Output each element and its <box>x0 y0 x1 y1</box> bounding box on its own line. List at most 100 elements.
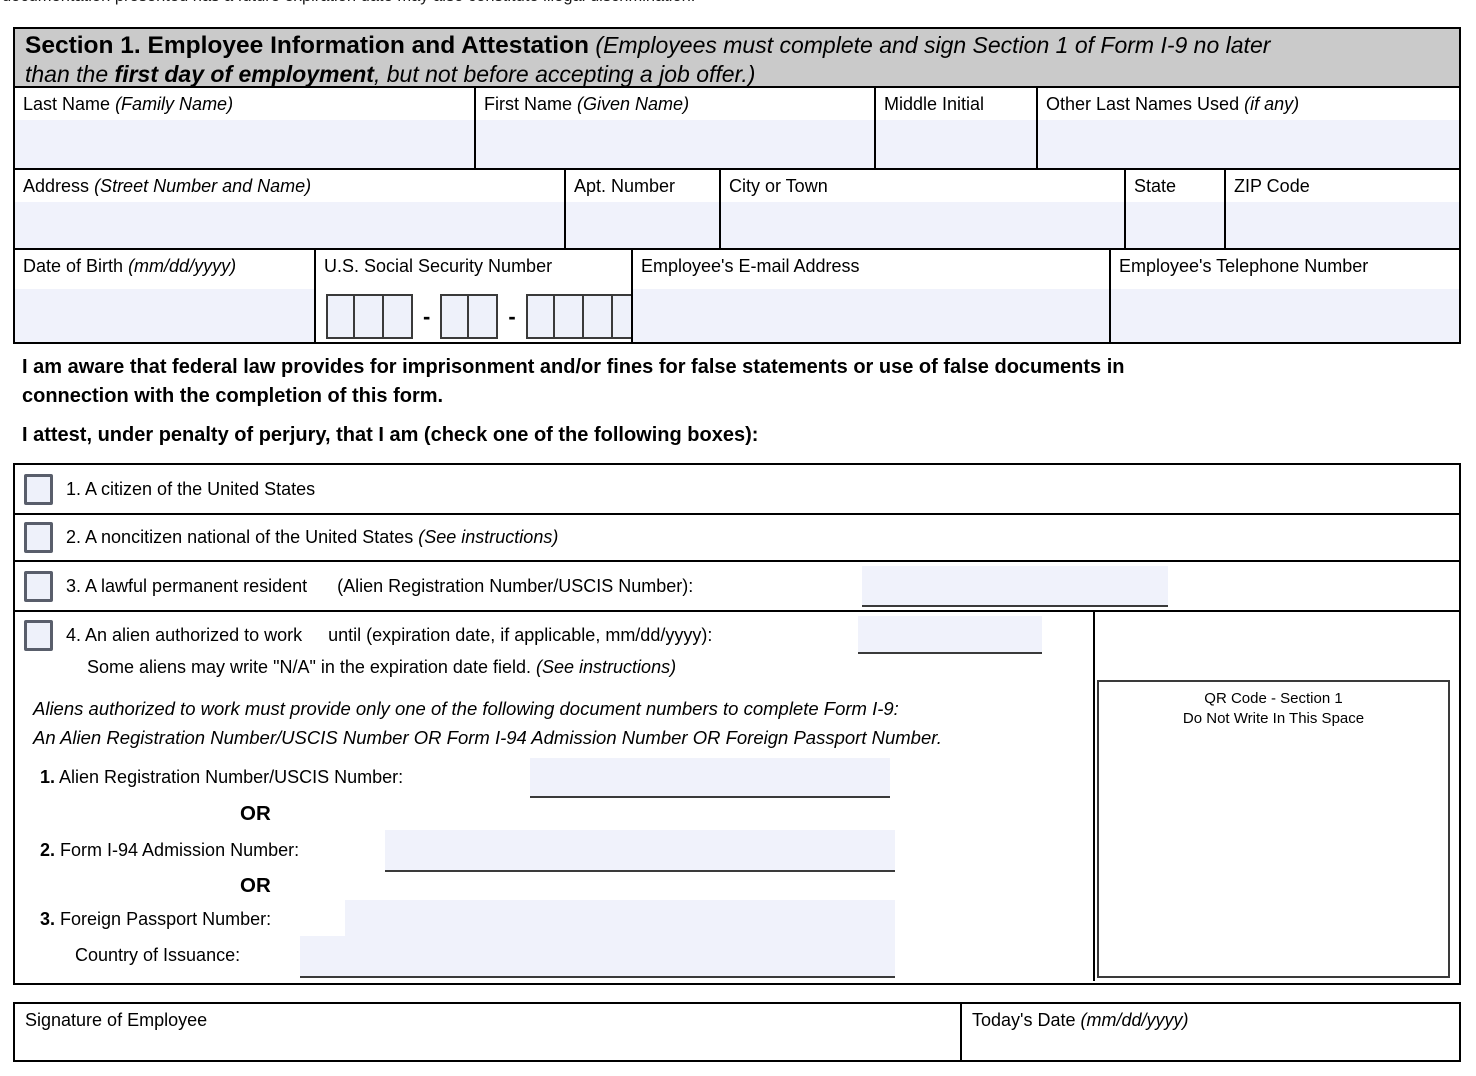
ssn-dash: - <box>508 304 515 330</box>
column-divider <box>1093 612 1095 981</box>
expiration-date-prompt: until (expiration date, if applicable, m… <box>328 625 712 646</box>
signature-table: Signature of Employee Today's Date (mm/d… <box>13 1002 1461 1062</box>
address-label: Address (Street Number and Name) <box>15 170 564 197</box>
other-last-names-input[interactable] <box>1038 120 1459 168</box>
ssn-digit-box[interactable] <box>613 294 633 339</box>
middle-initial-label: Middle Initial <box>876 88 1036 115</box>
i94-number-input[interactable] <box>385 830 895 872</box>
ssn-group-3 <box>526 294 633 339</box>
ssn-digit-box[interactable] <box>384 294 413 339</box>
or-separator-1: OR <box>240 802 271 826</box>
email-label: Employee's E-mail Address <box>633 250 1109 277</box>
signature-input-cell[interactable]: Signature of Employee <box>15 1004 962 1060</box>
ssn-digit-box[interactable] <box>555 294 584 339</box>
ssn-digit-box[interactable] <box>526 294 555 339</box>
apt-number-label: Apt. Number <box>566 170 719 197</box>
ssn-label: U.S. Social Security Number <box>316 250 631 277</box>
state-label: State <box>1126 170 1224 197</box>
uscis-number-prompt: (Alien Registration Number/USCIS Number)… <box>337 576 693 597</box>
ssn-digit-box[interactable] <box>469 294 498 339</box>
country-of-issuance-input[interactable] <box>300 936 895 978</box>
city-input[interactable] <box>721 202 1124 248</box>
alien-reg-number-input[interactable] <box>530 758 890 798</box>
option-alien-authorized-row: 4. An alien authorized to work until (ex… <box>15 612 1459 981</box>
option-citizen-row: 1. A citizen of the United States <box>15 465 1459 515</box>
other-last-names-cell: Other Last Names Used (if any) <box>1038 88 1459 168</box>
ssn-group-1 <box>326 294 413 339</box>
option-permanent-resident-label: 3. A lawful permanent resident <box>66 576 307 597</box>
personal-info-table: Last Name (Family Name) First Name (Give… <box>13 86 1461 344</box>
or-separator-2: OR <box>240 874 271 898</box>
apt-number-cell: Apt. Number <box>566 170 721 248</box>
ssn-digit-box[interactable] <box>440 294 469 339</box>
dob-input[interactable] <box>15 289 314 342</box>
phone-input[interactable] <box>1111 289 1459 342</box>
checkbox-citizen[interactable] <box>24 474 53 505</box>
section1-header: Section 1. Employee Information and Atte… <box>13 27 1461 88</box>
option-alien-authorized-label: 4. An alien authorized to work <box>66 625 302 646</box>
email-input[interactable] <box>633 289 1109 342</box>
state-cell: State <box>1126 170 1226 248</box>
qr-code-box: QR Code - Section 1 Do Not Write In This… <box>1097 680 1450 978</box>
ssn-cell: U.S. Social Security Number - - <box>316 250 633 342</box>
work-until-date-input[interactable] <box>858 616 1042 654</box>
zip-input[interactable] <box>1226 202 1459 248</box>
checkbox-alien-authorized[interactable] <box>24 620 53 651</box>
alien-authorized-line: 4. An alien authorized to work until (ex… <box>24 620 712 651</box>
ssn-dash: - <box>423 304 430 330</box>
state-input[interactable] <box>1126 202 1224 248</box>
first-name-input[interactable] <box>476 120 874 168</box>
alien-docs-intro: Aliens authorized to work must provide o… <box>33 694 942 752</box>
dob-cell: Date of Birth (mm/dd/yyyy) <box>15 250 316 342</box>
address-row: Address (Street Number and Name) Apt. Nu… <box>15 170 1459 250</box>
option-citizen-label: 1. A citizen of the United States <box>66 479 315 500</box>
zip-cell: ZIP Code <box>1226 170 1459 248</box>
dob-label: Date of Birth (mm/dd/yyyy) <box>15 250 314 277</box>
country-of-issuance-label: Country of Issuance: <box>75 945 240 966</box>
apt-number-input[interactable] <box>566 202 719 248</box>
todays-date-label: Today's Date <box>972 1010 1076 1030</box>
middle-initial-input[interactable] <box>876 120 1036 168</box>
ssn-digit-box[interactable] <box>355 294 384 339</box>
attestation-instruction: I attest, under penalty of perjury, that… <box>22 424 758 447</box>
checkbox-permanent-resident[interactable] <box>24 571 53 602</box>
option-permanent-resident-row: 3. A lawful permanent resident (Alien Re… <box>15 562 1459 612</box>
name-row: Last Name (Family Name) First Name (Give… <box>15 88 1459 170</box>
alien-uscis-number-input[interactable] <box>862 566 1168 607</box>
other-last-names-label: Other Last Names Used (if any) <box>1038 88 1459 115</box>
phone-label: Employee's Telephone Number <box>1111 250 1459 277</box>
address-input[interactable] <box>15 202 564 248</box>
email-cell: Employee's E-mail Address <box>633 250 1111 342</box>
option-noncitizen-national-row: 2. A noncitizen national of the United S… <box>15 515 1459 562</box>
ssn-digit-box[interactable] <box>584 294 613 339</box>
signature-label: Signature of Employee <box>25 1010 207 1030</box>
last-name-input[interactable] <box>15 120 474 168</box>
citizenship-options-table: 1. A citizen of the United States 2. A n… <box>13 463 1461 985</box>
section1-title: Section 1. Employee Information and Atte… <box>25 32 589 59</box>
clipped-text: documentation presented has a future exp… <box>2 0 762 6</box>
first-name-label: First Name (Given Name) <box>476 88 874 115</box>
qr-code-title: QR Code - Section 1 <box>1204 690 1342 707</box>
phone-cell: Employee's Telephone Number <box>1111 250 1459 342</box>
federal-law-warning: I am aware that federal law provides for… <box>22 353 1125 411</box>
ssn-digit-box[interactable] <box>326 294 355 339</box>
form-i9-section1-page: documentation presented has a future exp… <box>0 0 1476 1076</box>
middle-initial-cell: Middle Initial <box>876 88 1038 168</box>
alien-reg-number-label: 1. Alien Registration Number/USCIS Numbe… <box>40 767 403 788</box>
city-label: City or Town <box>721 170 1124 197</box>
option-noncitizen-national-label: 2. A noncitizen national of the United S… <box>66 527 558 548</box>
zip-label: ZIP Code <box>1226 170 1459 197</box>
clipped-text-line: documentation presented has a future exp… <box>2 0 762 6</box>
ssn-group-2 <box>440 294 498 339</box>
qr-code-subtitle: Do Not Write In This Space <box>1183 710 1364 727</box>
na-note: Some aliens may write "N/A" in the expir… <box>87 657 676 678</box>
todays-date-hint: (mm/dd/yyyy) <box>1081 1010 1189 1030</box>
last-name-label: Last Name (Family Name) <box>15 88 474 115</box>
ssn-input-group: - - <box>326 294 633 339</box>
i94-number-label: 2. Form I-94 Admission Number: <box>40 840 299 861</box>
dob-ssn-row: Date of Birth (mm/dd/yyyy) U.S. Social S… <box>15 250 1459 342</box>
last-name-cell: Last Name (Family Name) <box>15 88 476 168</box>
checkbox-noncitizen-national[interactable] <box>24 522 53 553</box>
foreign-passport-label: 3. Foreign Passport Number: <box>40 909 271 930</box>
todays-date-input-cell[interactable]: Today's Date (mm/dd/yyyy) <box>962 1004 1459 1060</box>
